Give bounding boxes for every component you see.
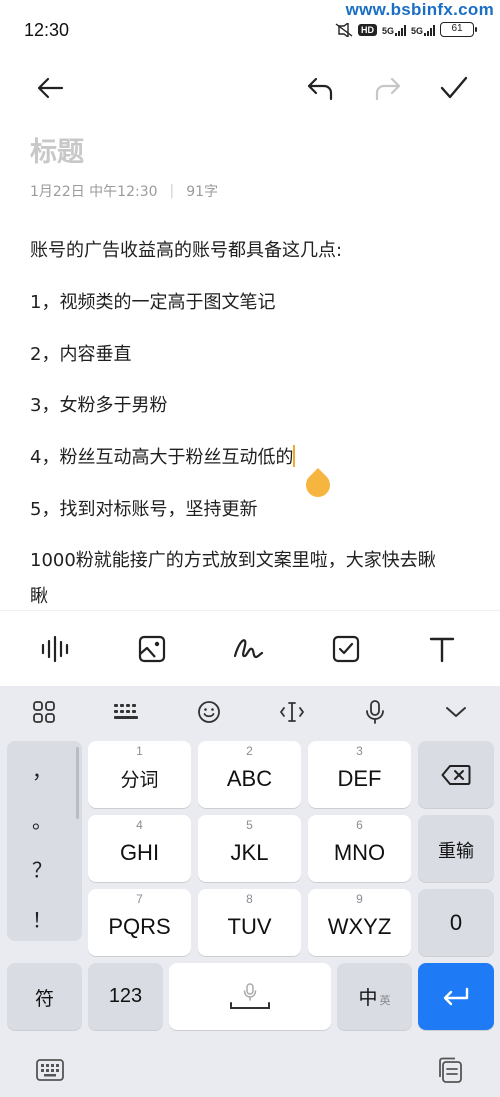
enter-key[interactable] (418, 963, 494, 1030)
watermark: www.bsbinfx.com (345, 0, 494, 19)
key-2-abc[interactable]: 2 ABC (198, 741, 301, 808)
status-time: 12:30 (24, 20, 70, 40)
apps-grid-icon (33, 701, 55, 723)
note-line: 5，找到对标账号，坚持更新 (30, 499, 258, 520)
cursor-handle[interactable] (301, 468, 335, 502)
note-line: 1，视频类的一定高于图文笔记 (30, 292, 276, 313)
backspace-icon (441, 764, 471, 785)
checkbox-icon (332, 635, 360, 663)
clipboard-icon (439, 1057, 462, 1083)
cursor-move-button[interactable] (274, 696, 310, 728)
key-0[interactable]: 0 (418, 889, 494, 956)
voice-button[interactable] (357, 696, 393, 728)
audio-wave-icon (41, 635, 69, 663)
keyboard-toolbar (0, 686, 500, 738)
key-4-ghi[interactable]: 4 GHI (88, 815, 191, 882)
symbol-period[interactable]: 。 (7, 805, 77, 834)
emoji-icon (198, 701, 220, 723)
signal-2: 5G (411, 24, 435, 36)
note-toolbar (0, 60, 500, 116)
back-button[interactable] (30, 68, 70, 108)
keyboard-icon (114, 704, 138, 719)
symbol-comma[interactable]: ， (7, 755, 77, 784)
format-bar (0, 610, 500, 686)
handwriting-icon (233, 639, 264, 659)
key-8-tuv[interactable]: 8 TUV (198, 889, 301, 956)
space-bar-icon (230, 1001, 270, 1009)
note-line: 账号的广告收益高的账号都具备这几点: (30, 240, 343, 261)
note-line: 1000粉就能接广的方式放到文案里啦，大家快去瞅 (30, 550, 436, 571)
note-line: 2，内容垂直 (30, 344, 132, 365)
keyboard: ， 。 ？ ！ 1 分词 2 ABC 3 DEF 4 GHI 5 JKL 6 M… (0, 686, 500, 1097)
text-format-button[interactable] (422, 629, 462, 669)
status-icons: HD 5G 5G 61 (335, 22, 477, 37)
image-icon (138, 635, 166, 663)
voice-input-button[interactable] (36, 629, 76, 669)
status-bar: 12:30 www.bsbinfx.com HD 5G 5G 61 (0, 0, 500, 60)
symbol-column[interactable]: ， 。 ？ ！ (7, 741, 82, 941)
clipboard-button[interactable] (432, 1052, 468, 1088)
hide-keyboard-button[interactable] (438, 696, 474, 728)
backspace-key[interactable] (418, 741, 494, 808)
checklist-button[interactable] (326, 629, 366, 669)
space-key[interactable] (169, 963, 331, 1030)
mute-vibrate-icon (335, 22, 353, 37)
keyboard-layout-button[interactable] (108, 696, 144, 728)
arrow-left-icon (37, 77, 64, 99)
keyboard-switch-icon (36, 1059, 64, 1081)
redo-button[interactable] (368, 68, 408, 108)
cursor-move-icon (280, 702, 304, 722)
title-field[interactable]: 标题 (30, 130, 84, 169)
microphone-icon (243, 982, 257, 1001)
symbol-question[interactable]: ？ (7, 854, 77, 883)
emoji-button[interactable] (191, 696, 227, 728)
numbers-key[interactable]: 123 (88, 963, 163, 1030)
note-line-with-cursor: 4，粉丝互动高大于粉丝互动低的 (30, 443, 296, 469)
note-date: 1月22日 中午12:30 (30, 184, 158, 200)
symbols-key[interactable]: 符 (7, 963, 82, 1030)
checkmark-icon (440, 76, 468, 99)
undo-icon (307, 77, 333, 101)
hd-badge: HD (357, 23, 377, 36)
note-line: 瞅 (30, 586, 48, 607)
microphone-icon (366, 700, 384, 724)
note-line: 4，粉丝互动高大于粉丝互动低的 (30, 447, 294, 468)
chinese-english-toggle[interactable]: 中 英 (337, 963, 412, 1030)
key-7-pqrs[interactable]: 7 PQRS (88, 889, 191, 956)
redo-icon (375, 77, 401, 101)
done-button[interactable] (434, 68, 474, 108)
battery-indicator: 61 (440, 22, 477, 37)
apps-grid-button[interactable] (26, 696, 62, 728)
note-line: 3，女粉多于男粉 (30, 395, 168, 416)
meta-separator: | (169, 183, 175, 199)
reenter-key[interactable]: 重输 (418, 815, 494, 882)
insert-image-button[interactable] (132, 629, 172, 669)
handwriting-button[interactable] (228, 629, 268, 669)
key-1-segment[interactable]: 1 分词 (88, 741, 191, 808)
key-3-def[interactable]: 3 DEF (308, 741, 411, 808)
switch-keyboard-button[interactable] (32, 1052, 68, 1088)
word-count: 91字 (186, 184, 219, 200)
symbol-exclaim[interactable]: ！ (7, 904, 77, 933)
chevron-down-icon (446, 707, 466, 717)
key-9-wxyz[interactable]: 9 WXYZ (308, 889, 411, 956)
text-format-icon (429, 637, 455, 663)
key-6-mno[interactable]: 6 MNO (308, 815, 411, 882)
key-5-jkl[interactable]: 5 JKL (198, 815, 301, 882)
return-icon (443, 987, 469, 1005)
text-cursor (293, 445, 296, 467)
undo-button[interactable] (300, 68, 340, 108)
note-meta: 1月22日 中午12:30 | 91字 (30, 181, 218, 201)
signal-1: 5G (382, 24, 406, 36)
